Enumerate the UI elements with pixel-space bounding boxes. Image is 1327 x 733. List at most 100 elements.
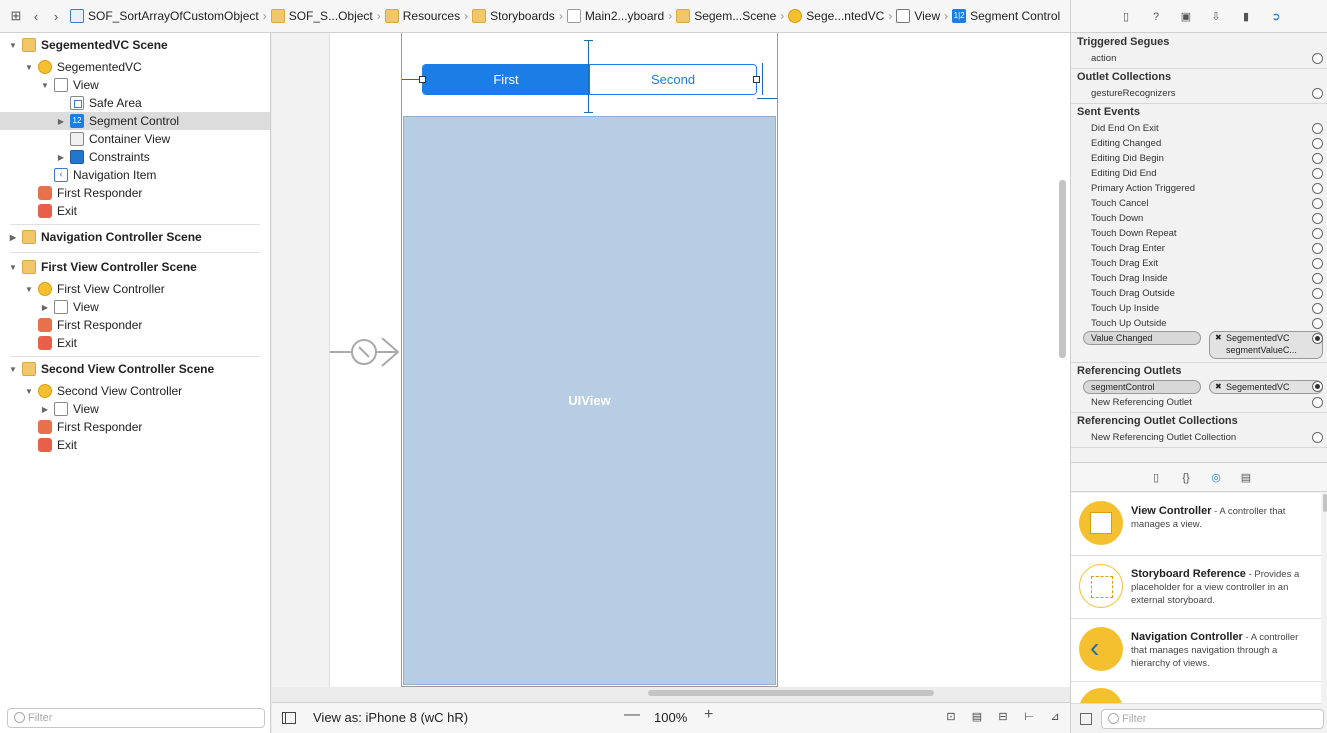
outline-scene-navigation[interactable]: ▶ Navigation Controller Scene [0,228,270,246]
event-row[interactable]: Editing Changed [1071,136,1327,151]
new-referencing-outlet-collection[interactable]: New Referencing Outlet Collection [1071,430,1327,445]
outline-first-responder[interactable]: First Responder [0,316,270,334]
horizontal-scrollbar[interactable] [648,690,934,696]
event-row[interactable]: Touch Drag Enter [1071,241,1327,256]
outline-first-responder[interactable]: First Responder [0,184,270,202]
media-library-icon[interactable]: ▤ [1239,471,1253,485]
zoom-in-button[interactable]: + [704,706,713,724]
add-constraints-icon[interactable]: ⊢ [1022,711,1036,723]
event-row[interactable]: Touch Down Repeat [1071,226,1327,241]
new-referencing-outlet[interactable]: New Referencing Outlet [1071,395,1327,410]
outline-scene-first[interactable]: ▼ First View Controller Scene [0,258,270,276]
segue-arrow-icon[interactable] [330,338,402,378]
code-snippet-icon[interactable]: {} [1179,471,1193,485]
outline-segment-control[interactable]: ▶ 12 Segment Control [0,112,270,130]
connection-circle-icon[interactable] [1312,258,1323,269]
disclosure-closed-icon[interactable]: ▶ [40,303,50,312]
resolve-issues-icon[interactable]: ⊿ [1048,711,1062,723]
outline-container-view[interactable]: Container View [0,130,270,148]
connection-circle-icon[interactable] [1312,138,1323,149]
segment-first[interactable]: First [423,65,589,94]
outline-vc-segementedvc[interactable]: ▼ SegementedVC [0,58,270,76]
breadcrumb-segment-control[interactable]: 1|2 Segment Control [952,9,1060,23]
connection-circle-icon[interactable] [1312,123,1323,134]
breadcrumb-vc[interactable]: Sege...ntedVC › [788,9,892,23]
disclosure-closed-icon[interactable]: ▶ [56,153,66,162]
connection-circle-icon[interactable] [1312,168,1323,179]
outline-scene-segementedvc[interactable]: ▼ SegementedVC Scene [0,36,270,54]
disclosure-open-icon[interactable]: ▼ [40,81,50,90]
related-items-icon[interactable]: ⊞ [6,8,26,24]
connection-row[interactable]: action [1071,51,1327,66]
disclosure-open-icon[interactable]: ▼ [24,285,34,294]
event-row[interactable]: Touch Drag Inside [1071,271,1327,286]
breadcrumb-view[interactable]: View › [896,9,948,23]
disclosure-open-icon[interactable]: ▼ [8,263,18,272]
breadcrumb-project[interactable]: SOF_SortArrayOfCustomObject › [70,9,267,23]
disclosure-open-icon[interactable]: ▼ [8,365,18,374]
remove-connection-icon[interactable]: ✖ [1215,381,1222,393]
container-uiview[interactable]: UIView [403,116,776,685]
event-row[interactable]: Touch Drag Exit [1071,256,1327,271]
resize-handle[interactable] [419,76,426,83]
align-icon[interactable]: ⊟ [996,711,1010,723]
library-item-navigation-controller[interactable]: ‹ Navigation Controller - A controller t… [1071,619,1321,682]
outline-exit[interactable]: Exit [0,436,270,454]
object-library-icon[interactable]: ◎ [1209,471,1223,485]
connection-target-pill[interactable]: ✖ SegementedVC [1209,380,1323,394]
outline-safe-area[interactable]: Safe Area [0,94,270,112]
disclosure-open-icon[interactable]: ▼ [24,63,34,72]
disclosure-closed-icon[interactable]: ▶ [8,233,18,242]
library-item-view-controller[interactable]: View Controller - A controller that mana… [1071,493,1321,556]
forward-arrow-icon[interactable]: › [46,9,66,24]
outline-vc-first[interactable]: ▼ First View Controller [0,280,270,298]
event-row[interactable]: Touch Up Outside [1071,316,1327,331]
resize-handle[interactable] [753,76,760,83]
connection-circle-icon[interactable] [1312,183,1323,194]
attributes-inspector-icon[interactable]: ⇩ [1209,10,1223,24]
outline-view[interactable]: ▶ View [0,400,270,418]
outline-scene-second[interactable]: ▼ Second View Controller Scene [0,360,270,378]
segment-second[interactable]: Second [589,65,756,94]
connections-inspector-icon[interactable]: ➲ [1269,10,1283,24]
outline-view[interactable]: ▶ View [0,298,270,316]
event-value-changed[interactable]: Value Changed [1083,331,1201,345]
connection-circle-icon[interactable] [1312,53,1323,64]
connection-circle-icon[interactable] [1312,273,1323,284]
outline-view[interactable]: ▼ View [0,76,270,94]
constraint-vertical[interactable] [588,40,589,113]
event-row[interactable]: Primary Action Triggered [1071,181,1327,196]
zoom-out-button[interactable]: — [624,706,640,724]
vertical-scrollbar[interactable] [1059,180,1066,358]
connection-circle-icon[interactable] [1312,381,1323,392]
disclosure-closed-icon[interactable]: ▶ [56,117,66,126]
disclosure-closed-icon[interactable]: ▶ [40,405,50,414]
event-row[interactable]: Touch Cancel [1071,196,1327,211]
connection-row[interactable]: gestureRecognizers [1071,86,1327,101]
library-item-storyboard-reference[interactable]: Storyboard Reference - Provides a placeh… [1071,556,1321,619]
connection-circle-icon[interactable] [1312,397,1323,408]
connection-circle-icon[interactable] [1312,288,1323,299]
event-row[interactable]: Did End On Exit [1071,121,1327,136]
connection-circle-icon[interactable] [1312,153,1323,164]
identity-inspector-icon[interactable]: ▣ [1179,10,1193,24]
library-filter-input[interactable]: Filter [1101,709,1324,729]
storyboard-canvas[interactable]: First Second UIView [272,33,1070,687]
outline-exit[interactable]: Exit [0,334,270,352]
event-row[interactable]: Touch Drag Outside [1071,286,1327,301]
view-as-device[interactable]: View as: iPhone 8 (wC hR) [313,710,468,725]
toggle-outline-icon[interactable] [282,712,296,724]
connection-circle-icon[interactable] [1312,213,1323,224]
connection-circle-icon[interactable] [1312,318,1323,329]
back-arrow-icon[interactable]: ‹ [26,9,46,24]
outline-constraints[interactable]: ▶ Constraints [0,148,270,166]
disclosure-open-icon[interactable]: ▼ [24,387,34,396]
constraint-height[interactable] [762,63,763,95]
breadcrumb-storyboards[interactable]: Storyboards › [472,9,563,23]
update-frames-icon[interactable]: ⊡ [944,711,958,723]
outline-filter-input[interactable]: Filter [7,708,265,728]
outline-first-responder[interactable]: First Responder [0,418,270,436]
file-inspector-icon[interactable]: ▯ [1119,10,1133,24]
remove-connection-icon[interactable]: ✖ [1215,332,1222,344]
connection-circle-icon[interactable] [1312,198,1323,209]
